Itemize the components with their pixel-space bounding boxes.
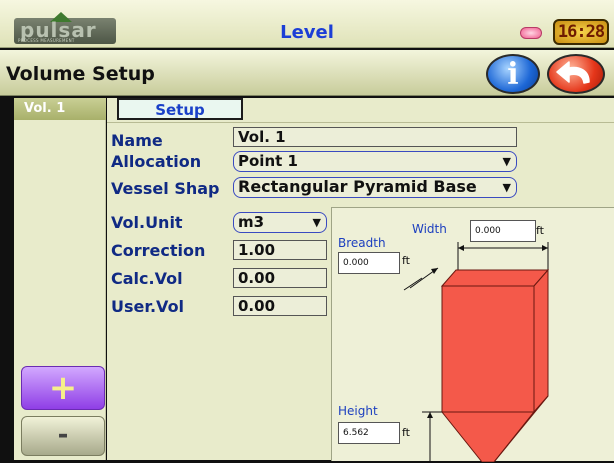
info-button[interactable]: i [486,54,540,94]
remove-vessel-button[interactable]: - [21,416,105,456]
breadth-label: Breadth [338,236,386,250]
width-label: Width [412,222,447,236]
correction-field[interactable]: 1.00 [233,240,327,260]
breadth-unit: ft [402,254,410,267]
info-icon: i [507,57,519,92]
breadth-field[interactable]: 0.000 [338,252,400,274]
tab-setup-label: Setup [155,101,205,119]
vessel-tab-label: Vol. 1 [24,101,66,116]
minus-icon: - [57,420,69,450]
width-unit: ft [536,224,544,237]
back-button[interactable] [547,54,605,94]
setup-content: Setup Name Vol. 1 Allocation Point 1 ▼ V… [107,98,614,462]
top-bar: pulsar PROCESS MEASUREMENT Level 16:28 [0,0,614,48]
chevron-down-icon: ▼ [502,181,511,194]
allocation-dropdown[interactable]: Point 1 ▼ [233,151,517,172]
vessel-diagram: Width 0.000 ft Breadth 0.000 ft Height 6… [331,207,614,462]
vessel-shape-value: Rectangular Pyramid Base [238,177,477,196]
vessel-shape-label: Vessel Shap [111,179,220,198]
back-arrow-icon [556,61,590,84]
height-unit: ft [402,426,410,439]
plus-icon: + [48,368,78,408]
height-field[interactable]: 6.562 [338,422,400,444]
calc-vol-field: 0.00 [233,268,327,288]
width-field[interactable]: 0.000 [470,220,536,242]
name-field[interactable]: Vol. 1 [233,127,517,147]
height-label: Height [338,404,378,418]
vessel-list-panel: Vol. 1 + - [14,98,106,460]
allocation-value: Point 1 [238,152,298,170]
vessel-tab-vol1[interactable]: Vol. 1 [14,98,106,120]
alarm-led-icon[interactable] [520,27,542,39]
vessel-shape-dropdown[interactable]: Rectangular Pyramid Base ▼ [233,177,517,198]
tab-setup[interactable]: Setup [117,98,243,120]
chevron-down-icon: ▼ [502,155,511,168]
page-title: Volume Setup [6,63,155,85]
name-label: Name [111,131,163,150]
add-vessel-button[interactable]: + [21,366,105,410]
setup-form: Name Vol. 1 Allocation Point 1 ▼ Vessel … [107,122,614,462]
user-vol-label: User.Vol [111,297,185,316]
correction-label: Correction [111,241,206,260]
allocation-label: Allocation [111,152,202,171]
chevron-down-icon: ▼ [312,216,321,229]
clock-display: 16:28 [553,19,609,45]
vol-unit-dropdown[interactable]: m3 ▼ [233,212,327,233]
page-header: Volume Setup i [0,50,614,96]
vol-unit-value: m3 [238,213,265,231]
vol-unit-label: Vol.Unit [111,213,183,232]
user-vol-field[interactable]: 0.00 [233,296,327,316]
calc-vol-label: Calc.Vol [111,269,183,288]
hmi-screen: pulsar PROCESS MEASUREMENT Level 16:28 V… [0,0,614,463]
